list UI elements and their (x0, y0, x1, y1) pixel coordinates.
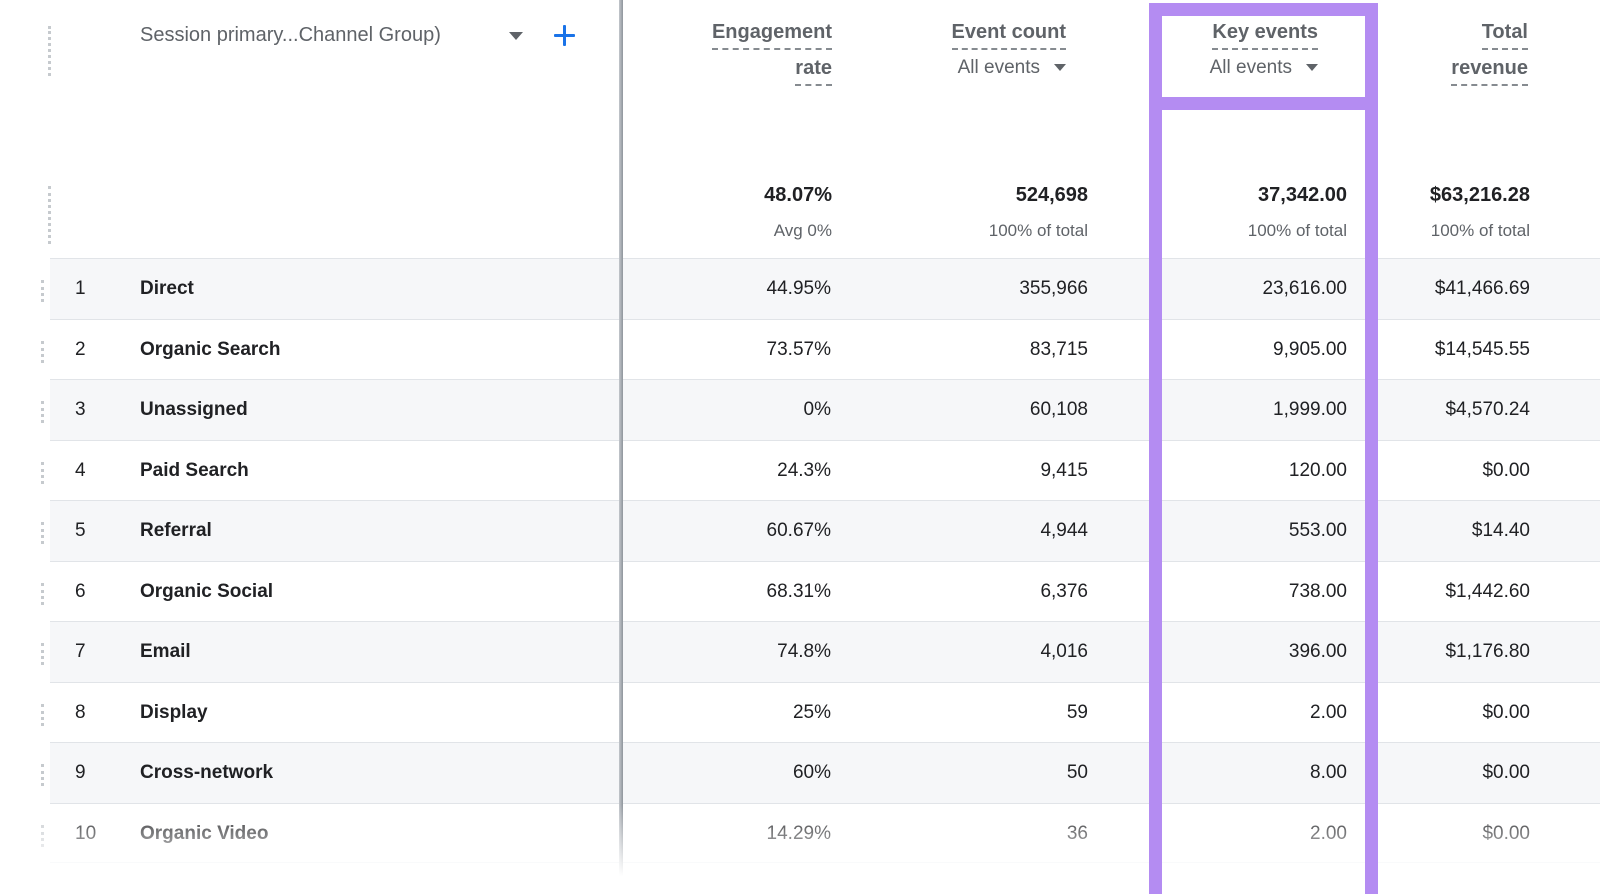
key-events-value: 1,999.00 (1273, 380, 1347, 440)
key-events-value: 23,616.00 (1262, 259, 1347, 319)
channel-name: Paid Search (140, 441, 249, 501)
highlight-bar-left (1149, 110, 1162, 894)
event-count-value: 9,415 (1040, 441, 1088, 501)
crop-artifact-dashes (48, 186, 51, 244)
row-index: 9 (75, 743, 86, 803)
column-header-total-revenue[interactable]: Total revenue (1451, 21, 1528, 93)
crop-artifact-dashes (41, 462, 44, 484)
total-revenue-value: $4,570.24 (1445, 380, 1530, 440)
engagement-rate-value: 0% (804, 380, 831, 440)
key-events-value: 8.00 (1310, 743, 1347, 803)
total-revenue-value: $0.00 (1482, 743, 1530, 803)
row-index: 5 (75, 501, 86, 561)
column-header-label[interactable]: rate (795, 57, 832, 86)
bottom-fade (0, 804, 1600, 894)
event-count-value: 60,108 (1030, 380, 1088, 440)
totals-total-revenue: $63,216.28 100% of total (1430, 184, 1530, 241)
channel-name: Referral (140, 501, 212, 561)
total-revenue-value: $14,545.55 (1435, 320, 1530, 380)
channel-name: Cross-network (140, 743, 273, 803)
channel-name: Email (140, 622, 191, 682)
total-revenue-value: $41,466.69 (1435, 259, 1530, 319)
total-revenue-value: $14.40 (1472, 501, 1530, 561)
total-revenue-value: $0.00 (1482, 441, 1530, 501)
total-revenue-value: $0.00 (1482, 683, 1530, 743)
event-count-value: 83,715 (1030, 320, 1088, 380)
channel-name: Unassigned (140, 380, 248, 440)
row-index: 8 (75, 683, 86, 743)
crop-artifact-dashes (41, 643, 44, 665)
engagement-rate-value: 60% (793, 743, 831, 803)
row-index: 2 (75, 320, 86, 380)
event-count-scope-dropdown[interactable]: All events (952, 57, 1066, 79)
engagement-rate-value: 44.95% (767, 259, 831, 319)
column-header-label[interactable]: Event count (952, 21, 1066, 50)
crop-artifact-dashes (41, 764, 44, 786)
total-value: 48.07% (764, 184, 832, 207)
dimension-header-session-primary-channel-group[interactable]: Session primary...Channel Group) (140, 24, 441, 47)
event-count-value: 4,944 (1040, 501, 1088, 561)
totals-engagement-rate: 48.07% Avg 0% (764, 184, 832, 241)
row-index: 4 (75, 441, 86, 501)
crop-artifact-dashes (41, 401, 44, 423)
column-header-label[interactable]: Total (1482, 21, 1528, 50)
crop-artifact-dashes (41, 704, 44, 726)
column-header-event-count[interactable]: Event count All events (952, 21, 1066, 79)
row-index: 6 (75, 562, 86, 622)
key-events-value: 396.00 (1289, 622, 1347, 682)
totals-event-count: 524,698 100% of total (989, 184, 1088, 241)
key-events-value: 9,905.00 (1273, 320, 1347, 380)
total-revenue-value: $1,176.80 (1445, 622, 1530, 682)
column-header-engagement-rate[interactable]: Engagement rate (712, 21, 832, 93)
engagement-rate-value: 74.8% (777, 622, 831, 682)
ga4-traffic-acquisition-table: Session primary...Channel Group) Engagem… (0, 0, 1600, 894)
engagement-rate-value: 25% (793, 683, 831, 743)
row-index: 7 (75, 622, 86, 682)
total-subtext: 100% of total (989, 221, 1088, 241)
highlight-bar-right (1365, 110, 1378, 894)
totals-key-events: 37,342.00 100% of total (1248, 184, 1347, 241)
row-index: 1 (75, 259, 86, 319)
column-header-label[interactable]: revenue (1451, 57, 1528, 86)
engagement-rate-value: 68.31% (767, 562, 831, 622)
event-count-value: 59 (1067, 683, 1088, 743)
key-events-value: 120.00 (1289, 441, 1347, 501)
column-header-label[interactable]: Engagement (712, 21, 832, 50)
crop-artifact-dashes (41, 522, 44, 544)
event-count-value: 4,016 (1040, 622, 1088, 682)
total-value: 37,342.00 (1248, 184, 1347, 207)
crop-artifact-dashes (48, 26, 51, 76)
total-value: 524,698 (989, 184, 1088, 207)
key-events-value: 738.00 (1289, 562, 1347, 622)
crop-artifact-dashes (41, 280, 44, 302)
total-revenue-value: $1,442.60 (1445, 562, 1530, 622)
key-events-value: 553.00 (1289, 501, 1347, 561)
highlight-box-key-events-header (1149, 3, 1378, 110)
key-events-value: 2.00 (1310, 683, 1347, 743)
crop-artifact-dashes (41, 583, 44, 605)
row-index: 3 (75, 380, 86, 440)
event-count-value: 50 (1067, 743, 1088, 803)
total-value: $63,216.28 (1430, 184, 1530, 207)
channel-name: Organic Search (140, 320, 280, 380)
total-subtext: 100% of total (1248, 221, 1347, 241)
channel-name: Organic Social (140, 562, 273, 622)
caret-down-icon (1054, 64, 1066, 71)
event-count-value: 6,376 (1040, 562, 1088, 622)
channel-name: Direct (140, 259, 194, 319)
caret-down-icon[interactable] (509, 32, 523, 40)
add-dimension-button[interactable] (554, 25, 575, 46)
total-subtext: 100% of total (1430, 221, 1530, 241)
event-count-value: 355,966 (1019, 259, 1088, 319)
engagement-rate-value: 60.67% (767, 501, 831, 561)
channel-name: Display (140, 683, 208, 743)
engagement-rate-value: 73.57% (767, 320, 831, 380)
column-divider (619, 0, 623, 894)
engagement-rate-value: 24.3% (777, 441, 831, 501)
total-subtext: Avg 0% (764, 221, 832, 241)
crop-artifact-dashes (41, 341, 44, 363)
